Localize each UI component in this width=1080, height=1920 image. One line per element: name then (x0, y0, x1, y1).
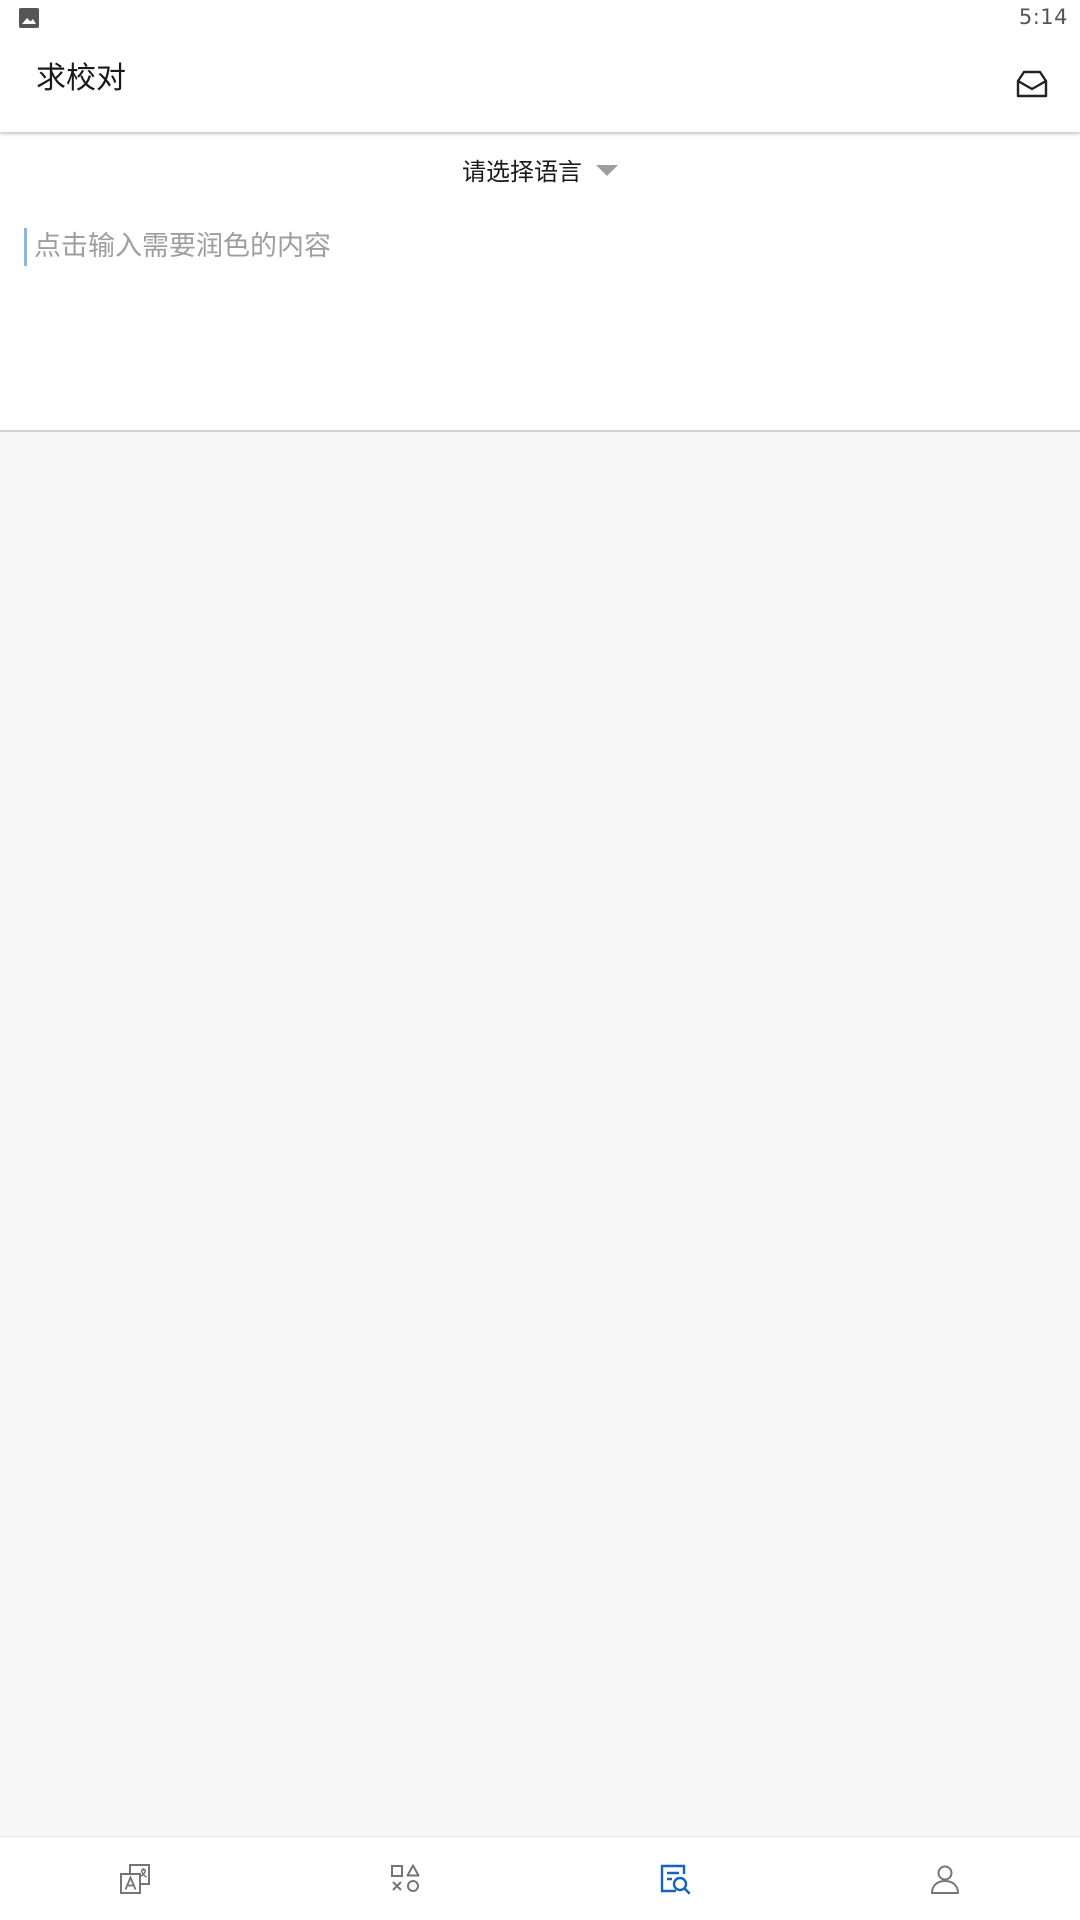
nav-item-proofread[interactable] (540, 1837, 810, 1920)
inbox-icon (1016, 70, 1048, 98)
status-bar: 5:14 (0, 0, 1080, 36)
content-input[interactable]: 点击输入需要润色的内容 (24, 228, 1056, 408)
status-time: 5:14 (1018, 5, 1068, 29)
language-selector-label: 请选择语言 (462, 158, 582, 186)
translate-icon (120, 1863, 150, 1894)
apps-icon (391, 1864, 420, 1892)
proofread-search-icon (660, 1864, 691, 1894)
language-selector[interactable]: 请选择语言 (0, 152, 1080, 187)
image-icon (19, 8, 39, 28)
screen: 5:14 求校对 请选择语言 点击输入需要润色的内容 (0, 0, 1080, 1920)
page-title: 求校对 (36, 61, 126, 96)
editor-card: 请选择语言 点击输入需要润色的内容 (0, 132, 1080, 432)
nav-item-apps[interactable] (270, 1837, 540, 1920)
bottom-nav (0, 1836, 1080, 1920)
nav-item-profile[interactable] (810, 1837, 1080, 1920)
dropdown-arrow-icon (596, 165, 618, 176)
text-caret (24, 228, 27, 266)
inbox-button[interactable] (1008, 60, 1056, 108)
content-input-placeholder: 点击输入需要润色的内容 (34, 231, 331, 262)
app-bar: 求校对 (0, 36, 1080, 132)
profile-icon (931, 1865, 959, 1894)
nav-item-translate[interactable] (0, 1837, 270, 1920)
